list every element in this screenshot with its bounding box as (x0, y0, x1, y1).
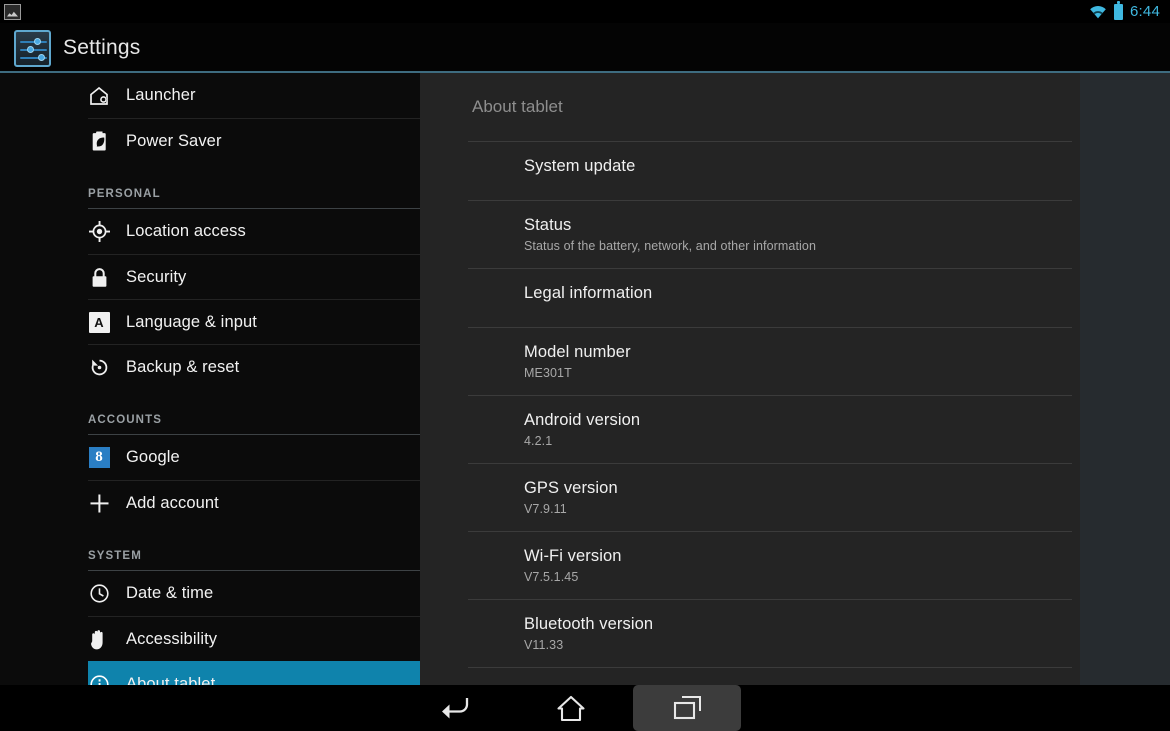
sidebar-item-backup-reset[interactable]: Backup & reset (88, 344, 420, 389)
pref-title: Status (524, 216, 572, 234)
pref-system-update[interactable]: System update (468, 141, 1072, 200)
plus-icon (88, 492, 110, 514)
settings-sliders-icon (14, 29, 51, 67)
home-gear-icon (88, 85, 110, 107)
pref-title: Wi-Fi version (524, 547, 622, 565)
hand-icon (88, 628, 110, 650)
pref-summary: V7.9.11 (524, 502, 567, 516)
pref-model-number[interactable]: Model number ME301T (468, 327, 1072, 395)
pref-title: Model number (524, 343, 631, 361)
restore-arrow-icon (88, 356, 110, 378)
pref-summary: V7.5.1.45 (524, 570, 579, 584)
pref-wifi-version[interactable]: Wi-Fi version V7.5.1.45 (468, 531, 1072, 599)
image-notification-icon[interactable] (4, 3, 21, 20)
pref-touch-panel-version[interactable]: Touch panel version SIS-108-WINT-3.9 (468, 667, 1072, 685)
pref-summary: 4.2.1 (524, 434, 553, 448)
pref-gps-version[interactable]: GPS version V7.9.11 (468, 463, 1072, 531)
pref-title: System update (524, 157, 636, 175)
pref-title: Android version (524, 411, 641, 429)
pref-title: GPS version (524, 479, 618, 497)
sidebar-item-label: Security (126, 267, 187, 286)
sidebar-item-label: Date & time (126, 584, 214, 602)
back-arrow-icon[interactable] (399, 685, 507, 731)
sidebar-item-add-account[interactable]: Add account (88, 480, 420, 525)
pref-title: Bluetooth version (524, 615, 654, 633)
sidebar-item-date-time[interactable]: Date & time (88, 571, 420, 616)
action-bar: Settings (0, 23, 1170, 73)
sidebar-item-location-access[interactable]: Location access (88, 209, 420, 254)
wifi-icon (1089, 5, 1107, 19)
navigation-bar (0, 685, 1170, 731)
sidebar-section-personal: PERSONAL (88, 163, 420, 209)
crosshair-icon (88, 221, 110, 243)
status-bar-clock: 6:44 (1130, 3, 1160, 20)
battery-icon (1114, 0, 1123, 20)
pref-summary: V11.33 (524, 638, 564, 652)
sidebar-item-label: Backup & reset (126, 357, 240, 376)
pref-status[interactable]: Status Status of the battery, network, a… (468, 200, 1072, 268)
sidebar-item-security[interactable]: Security (88, 254, 420, 299)
content-area: Launcher Power Saver PERSONAL Location a… (0, 73, 1170, 685)
letter-a-box-icon: A (88, 311, 110, 333)
pref-android-version[interactable]: Android version 4.2.1 (468, 395, 1072, 463)
panel-title: About tablet (472, 97, 563, 116)
pref-legal-information[interactable]: Legal information (468, 268, 1072, 327)
sidebar-item-accessibility[interactable]: Accessibility (88, 616, 420, 661)
sidebar-item-power-saver[interactable]: Power Saver (88, 118, 420, 163)
info-circle-icon (88, 673, 110, 685)
notification-area[interactable] (0, 3, 21, 20)
sidebar-item-label: Power Saver (126, 131, 222, 150)
sidebar-item-language-input[interactable]: A Language & input (88, 299, 420, 344)
sidebar-item-launcher[interactable]: Launcher (88, 73, 420, 118)
sidebar-item-google[interactable]: 8 Google (88, 435, 420, 480)
lock-icon (88, 266, 110, 288)
pref-title: Legal information (524, 284, 653, 302)
sidebar-item-label: About tablet (126, 674, 216, 686)
clock-icon (88, 583, 110, 605)
sidebar-item-label: Google (126, 448, 180, 466)
home-icon[interactable] (517, 685, 625, 731)
app-title: Settings (63, 36, 141, 59)
google-account-icon: 8 (88, 447, 110, 469)
about-tablet-panel: About tablet System update Status Status… (420, 73, 1080, 685)
status-bar: 6:44 (0, 0, 1170, 23)
sidebar-section-accounts: ACCOUNTS (88, 389, 420, 435)
settings-sidebar: Launcher Power Saver PERSONAL Location a… (0, 73, 420, 685)
pref-summary: ME301T (524, 366, 572, 380)
sidebar-section-system: SYSTEM (88, 525, 420, 571)
status-bar-system-icons[interactable]: 6:44 (1089, 0, 1170, 20)
pref-bluetooth-version[interactable]: Bluetooth version V11.33 (468, 599, 1072, 667)
tablet-screen: 6:44 Settings Launcher Power Saver PERSO… (0, 0, 1170, 731)
sidebar-item-label: Launcher (126, 86, 196, 104)
sidebar-item-about-tablet[interactable]: About tablet (88, 661, 420, 685)
battery-leaf-icon (88, 130, 110, 152)
recent-apps-icon[interactable] (633, 685, 741, 731)
sidebar-item-label: Language & input (126, 312, 257, 331)
sidebar-item-label: Location access (126, 222, 246, 240)
sidebar-item-label: Accessibility (126, 629, 218, 648)
pref-summary: Status of the battery, network, and othe… (524, 239, 817, 253)
sidebar-item-label: Add account (126, 493, 219, 512)
